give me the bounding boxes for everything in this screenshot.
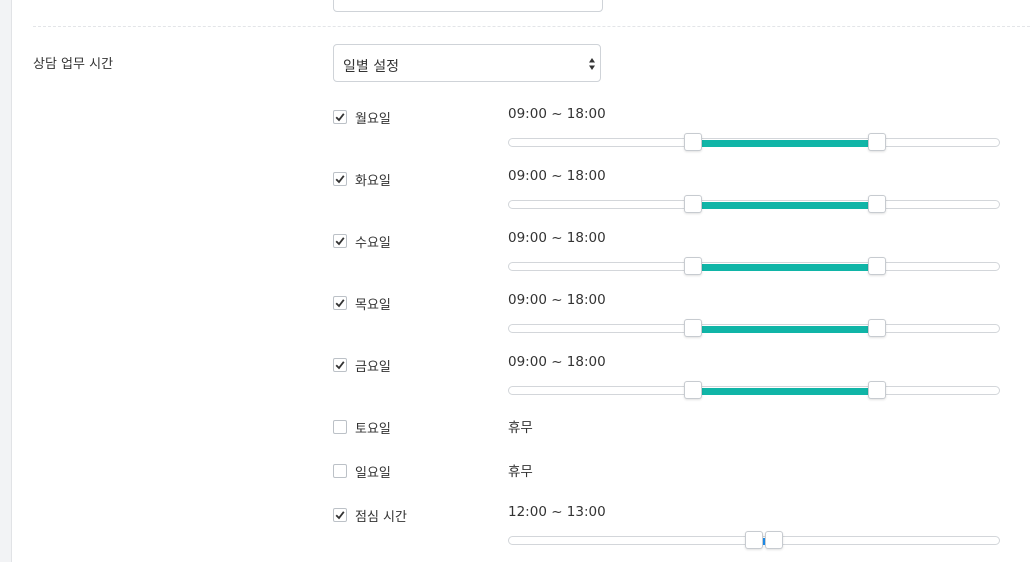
day-checkbox[interactable] [333, 420, 347, 434]
time-slider-track[interactable] [508, 195, 1000, 213]
slider-end-handle[interactable] [867, 381, 886, 399]
day-label: 수요일 [355, 236, 391, 251]
slider-start-handle[interactable] [745, 531, 763, 549]
slider-end-handle[interactable] [867, 257, 886, 275]
time-range-text: 09:00 ~ 18:00 [508, 168, 606, 184]
day-label: 토요일 [355, 422, 391, 437]
day-checkbox[interactable] [333, 464, 347, 478]
day-label: 월요일 [355, 112, 391, 127]
day-checkbox[interactable] [333, 110, 347, 124]
day-label: 일요일 [355, 466, 391, 481]
sort-arrows-icon [589, 58, 595, 70]
time-range-text: 09:00 ~ 18:00 [508, 106, 606, 122]
lunch-checkbox[interactable] [333, 508, 347, 522]
closed-text: 휴무 [508, 420, 533, 436]
slider-range-fill [692, 388, 877, 395]
lunch-slider-track[interactable] [508, 531, 1000, 549]
check-icon [335, 113, 345, 122]
time-slider-track[interactable] [508, 319, 1000, 337]
check-icon [335, 511, 345, 520]
slider-range-fill [692, 326, 877, 333]
section-divider [33, 26, 1030, 27]
time-slider-track[interactable] [508, 257, 1000, 275]
day-checkbox[interactable] [333, 172, 347, 186]
slider-end-handle[interactable] [765, 531, 784, 549]
schedule-mode-select[interactable]: 일별 설정 [333, 44, 601, 82]
time-range-text: 12:00 ~ 13:00 [508, 504, 606, 520]
section-label: 상담 업무 시간 [33, 57, 114, 72]
slider-start-handle[interactable] [683, 319, 702, 337]
time-slider-track[interactable] [508, 381, 1000, 399]
check-icon [335, 175, 345, 184]
closed-text: 휴무 [508, 464, 533, 480]
day-checkbox[interactable] [333, 234, 347, 248]
slider-start-handle[interactable] [683, 195, 702, 213]
slider-start-handle[interactable] [683, 257, 702, 275]
check-icon [335, 237, 345, 246]
slider-range-fill [692, 140, 877, 147]
time-range-text: 09:00 ~ 18:00 [508, 354, 606, 370]
previous-field[interactable] [333, 0, 603, 12]
check-icon [335, 299, 345, 308]
day-checkbox[interactable] [333, 296, 347, 310]
check-icon [335, 361, 345, 370]
day-label: 화요일 [355, 174, 391, 189]
slider-end-handle[interactable] [867, 133, 886, 151]
slider-end-handle[interactable] [867, 319, 886, 337]
select-value: 일별 설정 [343, 59, 399, 75]
sidebar-edge [0, 0, 12, 562]
slider-range-fill [692, 202, 877, 209]
day-label: 금요일 [355, 360, 391, 375]
slider-end-handle[interactable] [867, 195, 886, 213]
slider-range-fill [692, 264, 877, 271]
day-label: 목요일 [355, 298, 391, 313]
time-range-text: 09:00 ~ 18:00 [508, 292, 606, 308]
time-slider-track[interactable] [508, 133, 1000, 151]
slider-start-handle[interactable] [683, 381, 702, 399]
lunch-label: 점심 시간 [355, 510, 407, 525]
time-range-text: 09:00 ~ 18:00 [508, 230, 606, 246]
day-checkbox[interactable] [333, 358, 347, 372]
slider-start-handle[interactable] [683, 133, 702, 151]
